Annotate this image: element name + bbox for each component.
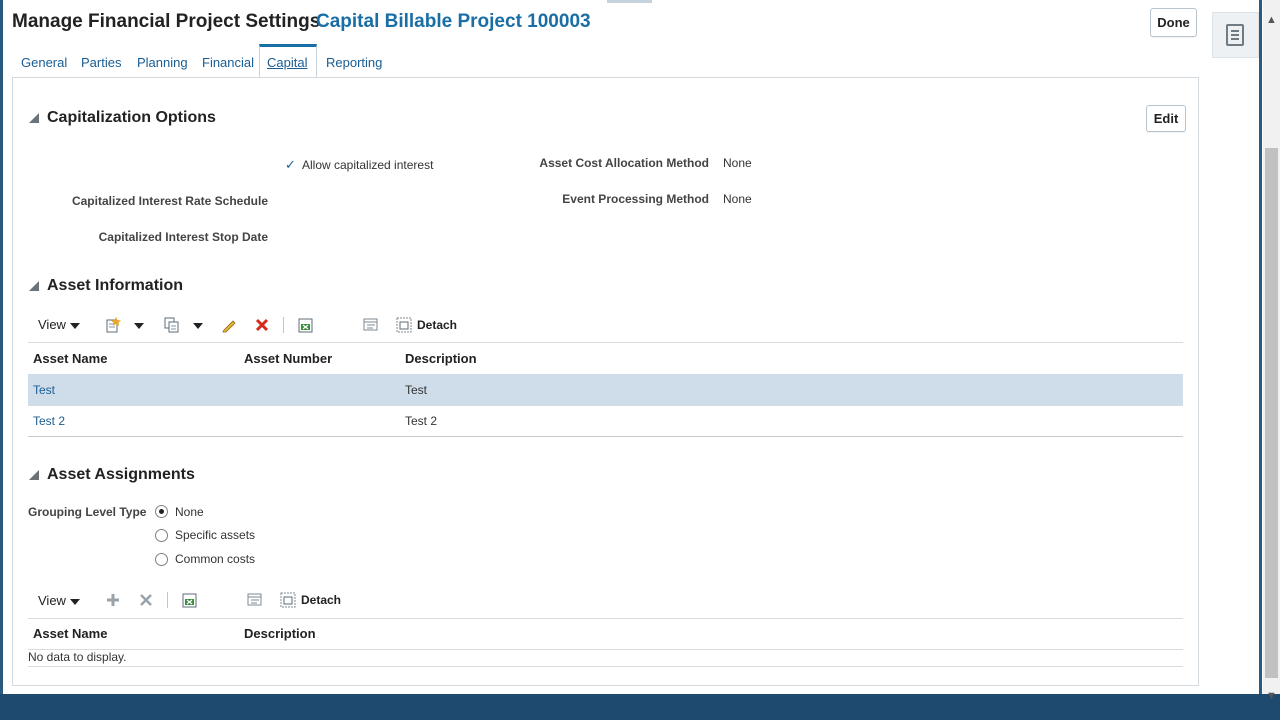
- asset-name-link[interactable]: Test: [33, 383, 55, 397]
- section-title-asset-information: Asset Information: [47, 277, 184, 294]
- detach-icon[interactable]: [280, 592, 296, 608]
- rate-schedule-label: Capitalized Interest Rate Schedule: [71, 194, 268, 208]
- event-processing-value: None: [723, 192, 752, 206]
- freeze-icon[interactable]: [363, 317, 379, 333]
- scrollbar-thumb[interactable]: [1265, 148, 1278, 678]
- tab-financial[interactable]: Financial: [202, 55, 254, 70]
- collapse-triangle-icon[interactable]: [29, 281, 39, 291]
- column-header-asset-number[interactable]: Asset Number: [244, 351, 332, 366]
- bottom-bar: [0, 694, 1280, 720]
- toolbar-separator: [283, 317, 284, 333]
- radio-none-label[interactable]: None: [175, 505, 204, 519]
- description-cell: Test: [405, 383, 428, 397]
- column-header-asset-name[interactable]: Asset Name: [33, 626, 107, 641]
- view-menu[interactable]: View: [38, 593, 66, 608]
- freeze-icon[interactable]: [247, 592, 263, 608]
- table-top-border: [28, 618, 1183, 619]
- page-title: Manage Financial Project Settings: [12, 11, 321, 32]
- top-tab-stub: [607, 0, 652, 3]
- left-frame-edge: [0, 0, 3, 694]
- checkmark-icon: ✓: [285, 157, 296, 172]
- edit-button[interactable]: Edit: [1146, 105, 1186, 132]
- description-cell: Test 2: [405, 414, 438, 428]
- view-dropdown-icon[interactable]: [70, 323, 80, 329]
- document-list-icon[interactable]: [1226, 24, 1244, 46]
- grouping-level-type-label: Grouping Level Type: [28, 505, 147, 519]
- header-divider: [28, 649, 1183, 650]
- table-row[interactable]: [28, 406, 1183, 436]
- export-excel-icon[interactable]: [298, 317, 314, 333]
- detach-icon[interactable]: [396, 317, 412, 333]
- right-frame-divider: [1259, 0, 1262, 694]
- event-processing-label: Event Processing Method: [562, 192, 709, 206]
- column-header-asset-name[interactable]: Asset Name: [33, 351, 107, 366]
- cost-allocation-value: None: [723, 156, 752, 170]
- table-top-border: [28, 342, 1183, 343]
- stop-date-label: Capitalized Interest Stop Date: [98, 230, 268, 244]
- collapse-triangle-icon[interactable]: [29, 113, 39, 123]
- scroll-up-arrow-icon[interactable]: ▲: [1263, 14, 1280, 26]
- tab-capital[interactable]: Capital: [267, 55, 307, 70]
- radio-none[interactable]: [155, 505, 168, 518]
- section-title-asset-assignments: Asset Assignments: [47, 466, 195, 483]
- done-button[interactable]: Done: [1150, 8, 1197, 37]
- asset-name-link[interactable]: Test 2: [33, 414, 65, 428]
- detach-button[interactable]: Detach: [417, 318, 457, 332]
- radio-common-costs[interactable]: [155, 553, 168, 566]
- allow-capitalized-interest-label: Allow capitalized interest: [302, 158, 434, 172]
- column-header-description[interactable]: Description: [244, 626, 316, 641]
- table-bottom-border: [28, 436, 1183, 437]
- cost-allocation-label: Asset Cost Allocation Method: [539, 156, 709, 170]
- scroll-down-arrow-icon[interactable]: ▼: [1263, 690, 1280, 702]
- column-header-description[interactable]: Description: [405, 351, 477, 366]
- delete-icon[interactable]: [254, 317, 270, 333]
- radio-specific-assets[interactable]: [155, 529, 168, 542]
- empty-table-message: No data to display.: [28, 650, 127, 664]
- tab-reporting[interactable]: Reporting: [326, 55, 382, 70]
- detach-button[interactable]: Detach: [301, 593, 341, 607]
- tab-general[interactable]: General: [21, 55, 67, 70]
- add-icon[interactable]: [105, 592, 121, 608]
- tab-planning[interactable]: Planning: [137, 55, 188, 70]
- tab-parties[interactable]: Parties: [81, 55, 121, 70]
- edit-pencil-icon[interactable]: [221, 317, 237, 333]
- view-dropdown-icon[interactable]: [70, 599, 80, 605]
- section-title-capitalization: Capitalization Options: [47, 109, 216, 126]
- export-excel-icon[interactable]: [182, 592, 198, 608]
- create-dropdown-icon[interactable]: [134, 323, 144, 329]
- toolbar-separator: [167, 592, 168, 608]
- collapse-triangle-icon[interactable]: [29, 470, 39, 480]
- radio-common-costs-label[interactable]: Common costs: [175, 552, 255, 566]
- radio-specific-assets-label[interactable]: Specific assets: [175, 528, 255, 542]
- project-name: Capital Billable Project 100003: [316, 11, 591, 32]
- table-bottom-border: [28, 666, 1183, 667]
- duplicate-dropdown-icon[interactable]: [193, 323, 203, 329]
- table-row[interactable]: [28, 374, 1183, 405]
- view-menu[interactable]: View: [38, 317, 66, 332]
- remove-icon[interactable]: [138, 592, 154, 608]
- duplicate-icon[interactable]: [164, 317, 180, 333]
- create-icon[interactable]: [105, 317, 121, 333]
